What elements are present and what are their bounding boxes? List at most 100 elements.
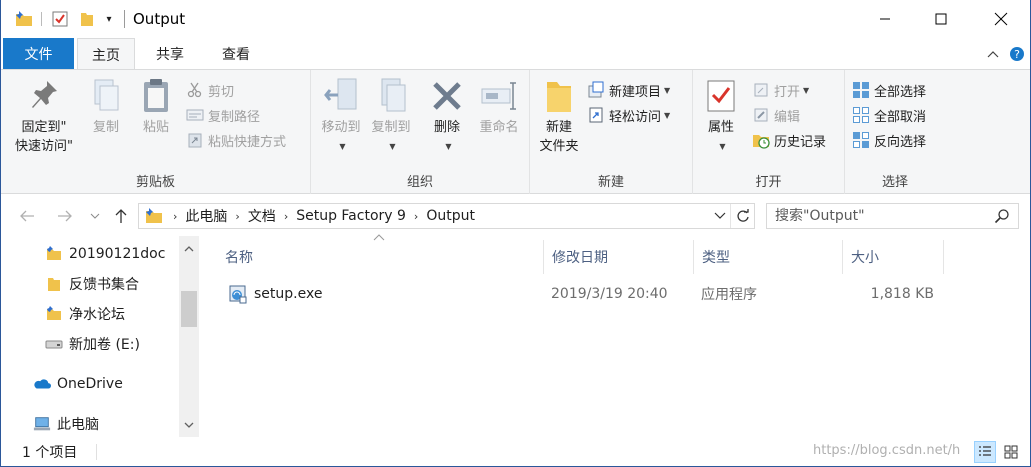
breadcrumb-item[interactable]: 此电脑 <box>185 206 227 226</box>
edit-button[interactable]: 编辑 <box>751 103 800 127</box>
copy-to-label: 复制到 <box>371 120 411 135</box>
breadcrumb-separator-icon[interactable]: › <box>284 210 288 223</box>
tab-file[interactable]: 文件 <box>3 38 74 69</box>
close-icon[interactable] <box>978 0 1024 38</box>
cut-button[interactable]: 剪切 <box>185 78 234 102</box>
move-to-icon <box>321 76 361 116</box>
ribbon: 固定到" 快速访问" 复制 粘贴 剪切 复制路径 粘贴快捷方式 剪贴板 移动到 … <box>1 69 1030 194</box>
breadcrumb-separator-icon[interactable]: › <box>414 210 418 223</box>
select-none-button[interactable]: 全部取消 <box>851 103 926 127</box>
select-all-icon <box>851 80 871 100</box>
minimize-ribbon-icon[interactable] <box>983 44 1003 64</box>
forward-arrow-icon[interactable] <box>53 204 77 228</box>
address-folder-icon <box>143 206 165 226</box>
folder-pin-icon[interactable] <box>13 8 35 30</box>
nav-item-label: OneDrive <box>57 376 123 392</box>
open-file-icon <box>751 80 771 100</box>
copy-to-button[interactable]: 复制到 ▼ <box>365 76 417 156</box>
navigation-pane-scrollbar[interactable] <box>179 236 199 437</box>
nav-item-onedrive[interactable]: OneDrive <box>33 370 123 398</box>
select-group-label: 选择 <box>881 175 908 190</box>
file-name[interactable]: setup.exe <box>254 286 322 302</box>
back-arrow-icon[interactable] <box>15 204 39 228</box>
new-folder-label-line2: 文件夹 <box>539 139 579 154</box>
search-icon[interactable] <box>994 208 1010 228</box>
scroll-up-chevron-icon[interactable] <box>179 240 199 258</box>
scroll-down-chevron-icon[interactable] <box>179 416 199 434</box>
nav-item-feedback[interactable]: 反馈书集合 <box>45 270 139 298</box>
copy-path-button[interactable]: 复制路径 <box>185 103 260 127</box>
easy-access-button[interactable]: 轻松访问 ▼ <box>586 103 670 127</box>
nav-item-this-pc[interactable]: 此电脑 <box>33 410 99 436</box>
rename-button[interactable]: 重命名 <box>471 76 527 137</box>
nav-item-water-forum[interactable]: 净水论坛 <box>45 300 125 328</box>
select-none-icon <box>851 105 871 125</box>
pin-label-line1: 固定到" <box>21 120 67 135</box>
edit-label: 编辑 <box>774 109 801 125</box>
copy-label: 复制 <box>92 120 119 135</box>
new-group-label: 新建 <box>597 175 624 190</box>
scrollbar-thumb[interactable] <box>181 291 197 327</box>
pin-to-quick-access-button[interactable]: 固定到" 快速访问" <box>9 76 79 156</box>
invert-selection-button[interactable]: 反向选择 <box>851 128 926 152</box>
search-box[interactable] <box>766 203 1019 229</box>
title-bar: ▾ Output <box>1 0 1030 38</box>
open-group: 属性 ▼ 打开 ▼ 编辑 历史记录 打开 <box>693 70 845 194</box>
tab-view[interactable]: 查看 <box>206 38 266 69</box>
copy-to-icon <box>371 76 411 116</box>
refresh-icon[interactable] <box>730 204 754 228</box>
nav-item-label: 新加卷 (E:) <box>69 337 140 353</box>
open-caret-icon: ▼ <box>803 85 810 95</box>
up-arrow-icon[interactable] <box>109 204 133 228</box>
organize-group-label: 组织 <box>406 175 433 190</box>
breadcrumb-separator-icon[interactable]: › <box>173 210 177 223</box>
move-to-button[interactable]: 移动到 ▼ <box>315 76 367 156</box>
open-button[interactable]: 打开 ▼ <box>751 78 809 102</box>
properties-label: 属性 <box>707 120 734 135</box>
properties-check-icon[interactable] <box>49 8 71 30</box>
paste-button[interactable]: 粘贴 <box>135 76 177 137</box>
help-icon[interactable]: ? <box>1007 44 1027 64</box>
nav-item-drive-e[interactable]: 新加卷 (E:) <box>45 330 140 358</box>
address-bar[interactable]: › 此电脑 › 文档 › Setup Factory 9 › Output <box>138 203 755 229</box>
column-header-modified[interactable]: 修改日期 <box>544 240 694 274</box>
copy-button[interactable]: 复制 <box>85 76 127 137</box>
breadcrumb-item[interactable]: Output <box>426 208 475 224</box>
new-item-label: 新建项目 <box>609 84 662 100</box>
details-view-icon[interactable] <box>974 441 996 463</box>
column-header-name[interactable]: 名称 <box>217 240 544 274</box>
new-item-button[interactable]: 新建项目 ▼ <box>586 78 670 102</box>
search-input[interactable] <box>767 204 987 228</box>
customize-quick-access-icon[interactable]: ▾ <box>100 8 118 30</box>
paste-shortcut-button[interactable]: 粘贴快捷方式 <box>185 128 286 152</box>
nav-item-20190121doc[interactable]: 20190121doc <box>45 240 165 268</box>
tab-home[interactable]: 主页 <box>77 38 135 70</box>
column-header-size[interactable]: 大小 <box>843 240 944 274</box>
select-all-button[interactable]: 全部选择 <box>851 78 926 102</box>
new-folder-icon[interactable] <box>77 8 97 30</box>
minimize-icon[interactable] <box>862 0 908 38</box>
maximize-icon[interactable] <box>918 0 964 38</box>
new-group: 新建 文件夹 新建项目 ▼ 轻松访问 ▼ 新建 <box>530 70 693 194</box>
scissors-icon <box>185 80 205 100</box>
new-folder-button[interactable]: 新建 文件夹 <box>534 76 584 156</box>
breadcrumb-item[interactable]: 文档 <box>248 206 276 226</box>
tab-share[interactable]: 共享 <box>141 38 199 69</box>
large-icons-view-icon[interactable] <box>1000 441 1022 463</box>
properties-button[interactable]: 属性 ▼ <box>699 76 743 156</box>
delete-button[interactable]: 删除 ▼ <box>425 76 469 156</box>
breadcrumb-item[interactable]: Setup Factory 9 <box>296 208 406 224</box>
address-history-chevron-icon[interactable] <box>711 207 729 225</box>
recent-locations-chevron-icon[interactable] <box>86 204 104 228</box>
folder-pin-icon <box>45 305 63 323</box>
window-title: Output <box>133 10 186 28</box>
pin-label-line2: 快速访问" <box>15 139 73 154</box>
history-button[interactable]: 历史记录 <box>751 128 826 152</box>
delete-caret-icon: ▼ <box>445 142 452 151</box>
file-list: 名称 修改日期 类型 大小 setup.exe 2019/3/19 20:40 … <box>211 234 1021 436</box>
new-folder-label-line1: 新建 <box>545 120 572 135</box>
table-row[interactable]: setup.exe 2019/3/19 20:40 应用程序 1,818 KB <box>225 280 965 308</box>
file-type: 应用程序 <box>701 287 757 303</box>
column-header-type[interactable]: 类型 <box>694 240 843 274</box>
breadcrumb-separator-icon[interactable]: › <box>235 210 239 223</box>
